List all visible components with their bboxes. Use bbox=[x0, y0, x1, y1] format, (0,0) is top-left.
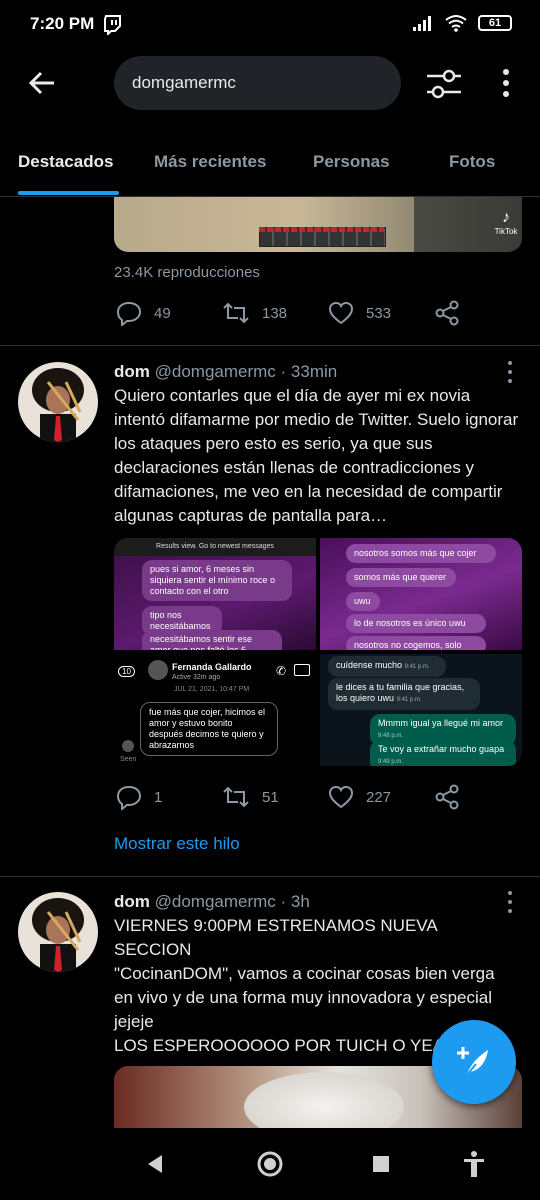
chat-bubble: nosotros somos más que cojer bbox=[346, 544, 496, 563]
author-handle[interactable]: @domgamermc bbox=[155, 892, 276, 911]
tweet-video-media[interactable]: ♪ TikTok bbox=[114, 197, 522, 252]
reply-count: 1 bbox=[154, 788, 163, 806]
chat-seen-label: Seen bbox=[120, 756, 137, 763]
chat-bubble: fue más que cojer, hicimos el amor y est… bbox=[140, 702, 278, 756]
search-query: domgamermc bbox=[132, 73, 236, 92]
chat-back-count: 10 bbox=[118, 666, 135, 677]
chat-date: JUL 21, 2021, 10:47 PM bbox=[174, 686, 250, 693]
top-bar: domgamermc bbox=[0, 52, 540, 116]
avatar[interactable] bbox=[18, 892, 98, 972]
show-thread-link[interactable]: Mostrar este hilo bbox=[114, 834, 240, 854]
tab-fotos[interactable]: Fotos bbox=[449, 152, 495, 172]
compose-feather-icon bbox=[457, 1047, 488, 1077]
search-tabs: Destacados Más recientes Personas Fotos bbox=[0, 136, 540, 197]
chat-bubble: somos más que querer bbox=[346, 568, 456, 587]
chat-bubble: pues si amor, 6 meses sin siquiera senti… bbox=[142, 560, 292, 601]
author-name[interactable]: dom bbox=[114, 892, 150, 911]
reply-icon bbox=[116, 301, 142, 326]
chat-seen-avatar bbox=[122, 740, 134, 752]
chat-contact-avatar bbox=[148, 660, 168, 680]
tweet-time: · 3h bbox=[280, 892, 310, 911]
retweet-count: 138 bbox=[262, 304, 288, 322]
tiktok-watermark: ♪ TikTok bbox=[494, 209, 518, 236]
nav-home-icon[interactable] bbox=[256, 1150, 284, 1178]
share-icon[interactable] bbox=[434, 300, 460, 326]
search-input[interactable]: domgamermc bbox=[114, 56, 401, 110]
tab-mas-recientes[interactable]: Más recientes bbox=[154, 152, 266, 172]
chat-bubble: necesitábamos sentir ese amor que nos fa… bbox=[142, 630, 282, 650]
tweet-divider bbox=[0, 876, 540, 877]
signal-icon bbox=[413, 16, 431, 31]
like-count: 533 bbox=[366, 304, 392, 322]
reply-button[interactable]: 49 bbox=[116, 300, 171, 326]
call-icon: ✆ bbox=[276, 664, 287, 678]
reply-count: 49 bbox=[154, 304, 171, 322]
like-button[interactable]: 227 bbox=[328, 784, 391, 810]
author-name[interactable]: dom bbox=[114, 362, 150, 381]
overflow-menu-icon[interactable] bbox=[500, 67, 512, 99]
like-button[interactable]: 533 bbox=[328, 300, 391, 326]
retweet-button[interactable]: 51 bbox=[222, 784, 279, 810]
chat-contact-name: Fernanda Gallardo bbox=[172, 662, 252, 672]
chat-bubble: le dices a tu familia que gracias, los q… bbox=[328, 678, 480, 710]
retweet-icon bbox=[223, 786, 249, 808]
battery-indicator: 61 bbox=[478, 15, 512, 31]
screenshot-chat-2[interactable]: nosotros somos más que cojer somos más q… bbox=[320, 538, 522, 650]
chat-bubble: cuídense mucho 9:41 p.m. bbox=[328, 656, 446, 677]
tab-personas[interactable]: Personas bbox=[313, 152, 390, 172]
retweet-count: 51 bbox=[262, 788, 279, 806]
chat-results-header: Results view. Go to newest messages bbox=[114, 538, 316, 556]
heart-icon bbox=[328, 301, 354, 325]
nav-back-icon[interactable] bbox=[146, 1154, 164, 1174]
share-icon[interactable] bbox=[434, 784, 460, 810]
chat-bubble: Te voy a extrañar mucho guapa 9:49 p.m. bbox=[370, 740, 516, 766]
nav-recents-icon[interactable] bbox=[372, 1155, 390, 1173]
minecraft-health-bar bbox=[259, 227, 384, 232]
compose-tweet-button[interactable] bbox=[432, 1020, 516, 1104]
chat-bubble: nosotros no cogemos, solo bbox=[346, 636, 486, 650]
tab-destacados[interactable]: Destacados bbox=[18, 152, 113, 172]
avatar[interactable] bbox=[18, 362, 98, 442]
system-nav-bar bbox=[0, 1128, 540, 1200]
heart-icon bbox=[328, 785, 354, 809]
screenshot-chat-4[interactable]: cuídense mucho 9:41 p.m. le dices a tu f… bbox=[320, 654, 522, 766]
screenshot-chat-3[interactable]: 10 Fernanda Gallardo Active 32m ago ✆ JU… bbox=[114, 654, 316, 766]
tweet-header: dom @domgamermc · 3h bbox=[114, 892, 310, 912]
tweet-header: dom @domgamermc · 33min bbox=[114, 362, 337, 382]
author-handle[interactable]: @domgamermc bbox=[155, 362, 276, 381]
status-bar: 7:20 PM 61 bbox=[0, 0, 540, 52]
reply-icon bbox=[116, 785, 142, 810]
retweet-icon bbox=[223, 302, 249, 324]
active-tab-indicator bbox=[18, 191, 119, 195]
tweet-image-grid[interactable]: Results view. Go to newest messages pues… bbox=[114, 538, 522, 766]
tweet-view-count: 23.4K reproducciones bbox=[114, 264, 260, 281]
accessibility-icon[interactable] bbox=[462, 1150, 486, 1178]
chat-bubble: uwu bbox=[346, 592, 380, 611]
back-arrow-icon[interactable] bbox=[28, 69, 56, 97]
video-call-icon bbox=[294, 664, 310, 676]
screenshot-chat-1[interactable]: Results view. Go to newest messages pues… bbox=[114, 538, 316, 650]
status-time: 7:20 PM bbox=[30, 14, 95, 33]
twitch-icon bbox=[104, 15, 121, 35]
tweet-divider bbox=[0, 345, 540, 346]
tweet-more-icon[interactable] bbox=[506, 360, 514, 384]
tweet-time: · 33min bbox=[280, 362, 338, 381]
like-count: 227 bbox=[366, 788, 392, 806]
wifi-icon bbox=[445, 15, 467, 32]
tweet-more-icon[interactable] bbox=[506, 890, 514, 914]
reply-button[interactable]: 1 bbox=[116, 784, 162, 810]
chat-bubble: lo de nosotros es único uwu bbox=[346, 614, 486, 633]
search-filter-icon[interactable] bbox=[425, 67, 463, 101]
retweet-button[interactable]: 138 bbox=[222, 300, 287, 326]
chat-contact-status: Active 32m ago bbox=[172, 674, 221, 681]
tweet-text: Quiero contarles que el día de ayer mi e… bbox=[114, 386, 519, 525]
